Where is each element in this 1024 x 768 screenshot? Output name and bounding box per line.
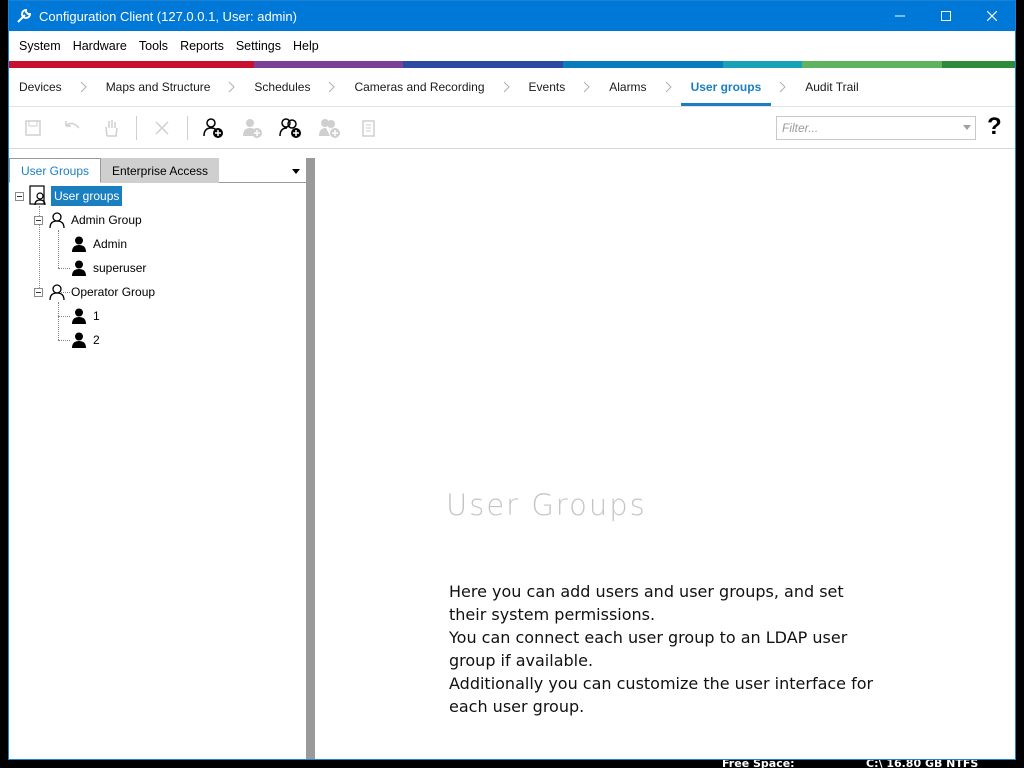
collapse-toggle[interactable] (34, 215, 43, 225)
menu-reports[interactable]: Reports (174, 39, 230, 53)
tree-root-row[interactable]: User groups (15, 185, 123, 207)
description: Here you can add users and user groups, … (449, 580, 879, 718)
tree-node-admin[interactable]: Admin (90, 234, 130, 254)
user-icon (71, 260, 87, 276)
tree-node-user-groups[interactable]: User groups (51, 186, 123, 206)
tree-node-user-1[interactable]: 1 (90, 306, 103, 326)
title-bar[interactable]: Configuration Client (127.0.0.1, User: a… (9, 1, 1015, 31)
chevron-right-icon (657, 68, 681, 106)
add-user-icon[interactable] (238, 114, 266, 142)
chevron-right-icon (495, 68, 519, 106)
tree-admin-group-row[interactable]: Admin Group (34, 209, 145, 231)
tree-connector (58, 268, 70, 269)
nav-maps-and-structure[interactable]: Maps and Structure (96, 68, 221, 106)
nav-audit-trail[interactable]: Audit Trail (795, 68, 868, 106)
panel-splitter[interactable] (307, 158, 315, 759)
toolbar: Filter... ? (9, 107, 1015, 149)
user-icon (71, 236, 87, 252)
save-icon[interactable] (19, 114, 47, 142)
description-line: Additionally you can customize the user … (449, 674, 874, 716)
nav-events[interactable]: Events (519, 68, 576, 106)
user-icon (71, 332, 87, 348)
user-icon (71, 308, 87, 324)
add-enterprise-group-icon[interactable] (277, 114, 305, 142)
minimize-button[interactable] (877, 1, 923, 31)
left-tabs: User Groups Enterprise Access (9, 158, 306, 183)
tree-connector (58, 340, 70, 341)
chevron-down-icon[interactable] (963, 125, 971, 130)
tree-node-admin-group[interactable]: Admin Group (68, 210, 145, 230)
tree-superuser-row[interactable]: superuser (71, 257, 149, 279)
tree-connector (58, 302, 59, 340)
copy-icon[interactable] (355, 114, 383, 142)
menu-bar: System Hardware Tools Reports Settings H… (9, 31, 1015, 61)
user-groups-folder-icon (28, 185, 48, 207)
left-panel: User Groups Enterprise Access User group… (9, 158, 307, 759)
window-title: Configuration Client (127.0.0.1, User: a… (39, 8, 297, 24)
collapse-toggle[interactable] (15, 191, 24, 201)
chevron-down-icon[interactable] (292, 169, 300, 174)
menu-settings[interactable]: Settings (230, 39, 287, 53)
user-group-icon (49, 212, 65, 228)
wrench-icon (9, 1, 39, 31)
undo-icon[interactable] (58, 114, 86, 142)
hand-icon[interactable] (97, 114, 125, 142)
filter-input[interactable]: Filter... (776, 116, 976, 140)
tree-user-1-row[interactable]: 1 (71, 305, 103, 327)
toolbar-divider (187, 115, 188, 140)
configuration-client-window: Configuration Client (127.0.0.1, User: a… (8, 0, 1016, 760)
tree-connector (58, 230, 59, 268)
brand-color-stripe (9, 61, 1015, 68)
maximize-button[interactable] (923, 1, 969, 31)
tab-user-groups[interactable]: User Groups (9, 158, 101, 183)
add-enterprise-account-icon[interactable] (316, 114, 344, 142)
tree-node-operator-group[interactable]: Operator Group (68, 282, 158, 302)
menu-system[interactable]: System (13, 39, 67, 53)
add-user-group-icon[interactable] (199, 114, 227, 142)
chevron-right-icon (575, 68, 599, 106)
tree-connector (58, 316, 70, 317)
page-title: User Groups (446, 488, 647, 522)
chevron-right-icon (72, 68, 96, 106)
tree-operator-group-row[interactable]: Operator Group (34, 281, 158, 303)
menu-help[interactable]: Help (287, 39, 325, 53)
close-button[interactable] (969, 1, 1015, 31)
nav-cameras-and-recording[interactable]: Cameras and Recording (344, 68, 494, 106)
tab-enterprise-access[interactable]: Enterprise Access (101, 158, 219, 183)
description-line: You can connect each user group to an LD… (449, 628, 848, 670)
tree-admin-user-row[interactable]: Admin (71, 233, 130, 255)
nav-devices[interactable]: Devices (9, 68, 72, 106)
nav-alarms[interactable]: Alarms (599, 68, 656, 106)
menu-hardware[interactable]: Hardware (67, 39, 133, 53)
chevron-right-icon (771, 68, 795, 106)
nav-user-groups[interactable]: User groups (680, 68, 772, 106)
user-group-icon (49, 284, 65, 300)
filter-placeholder: Filter... (782, 121, 819, 135)
description-line: Here you can add users and user groups, … (449, 582, 844, 624)
chevron-right-icon (320, 68, 344, 106)
menu-tools[interactable]: Tools (133, 39, 174, 53)
help-button[interactable]: ? (987, 113, 1002, 141)
nav-schedules[interactable]: Schedules (244, 68, 320, 106)
chevron-right-icon (220, 68, 244, 106)
tree-user-2-row[interactable]: 2 (71, 329, 103, 351)
workflow-nav: Devices Maps and Structure Schedules Cam… (9, 68, 1015, 107)
user-groups-tree: User groups Admin Group Admin superuser … (9, 183, 306, 348)
toolbar-divider (136, 115, 137, 140)
collapse-toggle[interactable] (34, 287, 43, 297)
delete-icon[interactable] (148, 114, 176, 142)
tree-node-superuser[interactable]: superuser (90, 258, 149, 278)
content-pane: User Groups Here you can add users and u… (315, 158, 1015, 759)
tree-node-user-2[interactable]: 2 (90, 330, 103, 350)
